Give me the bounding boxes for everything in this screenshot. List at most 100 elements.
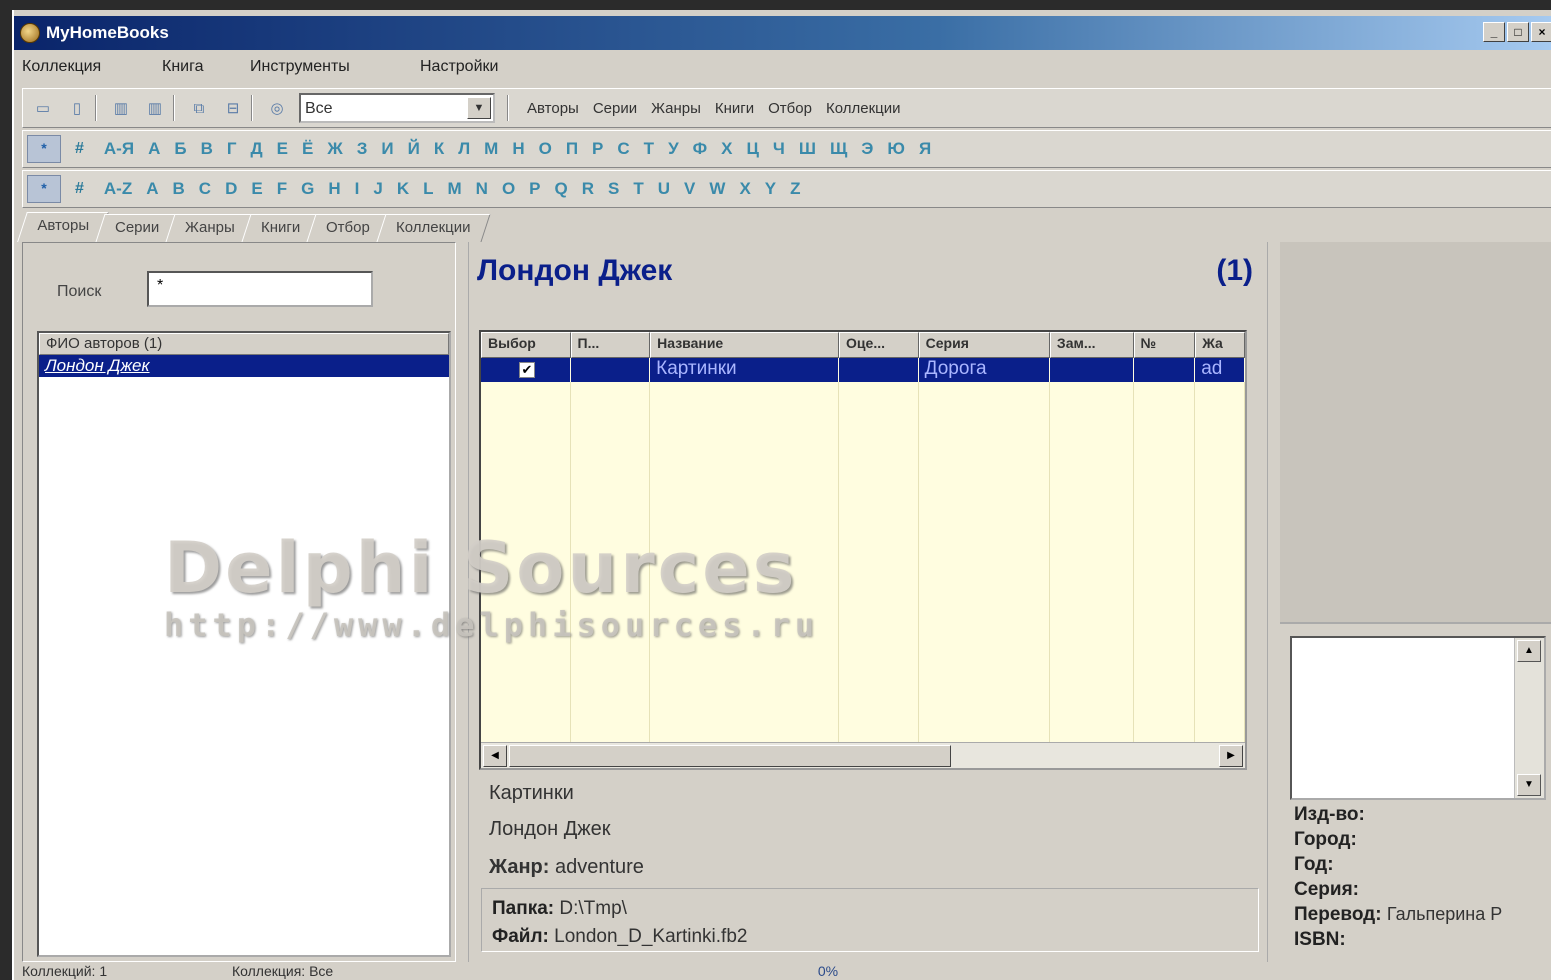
chevron-down-icon[interactable]: ▼ [467,97,491,119]
column-header-genre[interactable]: Жа [1195,332,1245,358]
alpha_ru-letter-4[interactable]: Г [227,139,237,159]
alpha_ru-letter-20[interactable]: Т [644,139,654,159]
vertical-scrollbar[interactable]: ▲ ▼ [1514,638,1544,798]
alpha_en-letter-24[interactable]: X [739,179,750,199]
close-button[interactable]: × [1531,22,1551,42]
alpha_en-letter-13[interactable]: M [447,179,461,199]
alpha_en-letter-5[interactable]: E [251,179,262,199]
alpha_en-letter-16[interactable]: P [529,179,540,199]
alpha_en-letter-26[interactable]: Z [790,179,800,199]
export-icon[interactable]: ⧉ [185,95,213,121]
minimize-button[interactable]: _ [1483,22,1505,42]
alpha_ru-letter-13[interactable]: Л [458,139,470,159]
alpha_ru-letter-25[interactable]: Ч [773,139,785,159]
alpha_en-letter-14[interactable]: N [476,179,488,199]
alpha_ru-letter-19[interactable]: С [617,139,629,159]
alpha_ru-letter-12[interactable]: К [434,139,444,159]
alpha_en-letter-1[interactable]: A [146,179,158,199]
scroll-thumb[interactable] [509,745,951,767]
tab-genres[interactable]: Жанры [165,214,255,242]
scroll-right-icon[interactable]: ▶ [1219,745,1243,767]
scroll-down-icon[interactable]: ▼ [1517,774,1541,796]
column-header-rating[interactable]: Оце... [839,332,919,358]
alpha_en-letter-11[interactable]: K [397,179,409,199]
alpha_ru-letter-18[interactable]: Р [592,139,603,159]
annotation-box[interactable]: ▲ ▼ [1290,636,1546,800]
column-header-title[interactable]: Название [650,332,840,358]
alpha_en-letter-0[interactable]: A-Z [104,179,132,199]
scroll-left-icon[interactable]: ◀ [483,745,507,767]
column-header-notes[interactable]: Зам... [1049,332,1134,358]
alpha_en-letter-22[interactable]: V [684,179,695,199]
authors-list[interactable]: ФИО авторов (1) Лондон Джек [37,331,451,957]
alpha-ru-all-button[interactable]: * [27,135,61,163]
alpha_ru-letter-22[interactable]: Ф [693,139,708,159]
toolbar-link-books[interactable]: Книги [715,100,754,117]
title-bar[interactable]: MyHomeBooks _ □ × [14,16,1551,50]
menu-tools[interactable]: Инструменты [242,58,412,76]
alpha_en-letter-12[interactable]: L [423,179,433,199]
alpha_ru-letter-28[interactable]: Э [861,139,873,159]
alpha-en-hash-button[interactable]: # [75,180,84,198]
alpha_en-letter-17[interactable]: Q [555,179,568,199]
alpha_ru-letter-5[interactable]: Д [251,139,263,159]
alpha_ru-letter-30[interactable]: Я [919,139,931,159]
column-header-number[interactable]: № [1133,332,1196,358]
alpha_en-letter-7[interactable]: G [301,179,314,199]
alpha-en-all-button[interactable]: * [27,175,61,203]
alpha_ru-letter-15[interactable]: Н [512,139,524,159]
row-checkbox[interactable]: ✔ [519,362,535,378]
alpha_en-letter-15[interactable]: O [502,179,515,199]
toolbar-link-authors[interactable]: Авторы [527,100,579,117]
alpha_ru-letter-23[interactable]: Х [721,139,732,159]
alpha_ru-letter-2[interactable]: Б [174,139,186,159]
alpha_ru-letter-1[interactable]: А [148,139,160,159]
menu-settings[interactable]: Настройки [412,58,498,76]
table-row[interactable]: ✔ Картинки Дорога ad [481,358,1245,382]
alpha-ru-hash-button[interactable]: # [75,140,84,158]
tab-collections[interactable]: Коллекции [376,214,491,242]
alpha_ru-letter-9[interactable]: З [357,139,368,159]
alpha_en-letter-4[interactable]: D [225,179,237,199]
alpha_ru-letter-21[interactable]: У [668,139,679,159]
menu-collection[interactable]: Коллекция [14,58,154,76]
toolbar-link-genres[interactable]: Жанры [651,100,701,117]
alpha_ru-letter-27[interactable]: Щ [830,139,847,159]
alpha_en-letter-10[interactable]: J [373,179,382,199]
alpha_en-letter-23[interactable]: W [709,179,725,199]
alpha_en-letter-19[interactable]: S [608,179,619,199]
alpha_ru-letter-17[interactable]: П [566,139,578,159]
alpha_en-letter-18[interactable]: R [582,179,594,199]
device-icon[interactable]: ▯ [63,95,91,121]
tab-authors[interactable]: Авторы [17,212,109,242]
alpha_en-letter-9[interactable]: I [355,179,360,199]
alpha_en-letter-3[interactable]: C [199,179,211,199]
alpha_ru-letter-29[interactable]: Ю [887,139,905,159]
list-item-selected[interactable]: Лондон Джек [39,355,449,377]
toolbar-link-collections[interactable]: Коллекции [826,100,901,117]
alpha_ru-letter-7[interactable]: Ё [302,139,313,159]
alpha_en-letter-2[interactable]: B [173,179,185,199]
horizontal-scrollbar[interactable]: ◀ ▶ [481,742,1245,768]
toolbar-link-series[interactable]: Серии [593,100,637,117]
alpha_ru-letter-26[interactable]: Ш [799,139,816,159]
globe-icon[interactable]: ◎ [263,95,291,121]
alpha_ru-letter-3[interactable]: В [201,139,213,159]
alpha_ru-letter-8[interactable]: Ж [327,139,342,159]
alpha_ru-letter-10[interactable]: И [381,139,393,159]
import-icon[interactable]: ⊟ [219,95,247,121]
alpha_en-letter-21[interactable]: U [658,179,670,199]
menu-book[interactable]: Книга [154,58,242,76]
open-book-icon[interactable]: ▭ [29,95,57,121]
alpha_en-letter-20[interactable]: T [633,179,643,199]
books-alt-icon[interactable]: ▥ [141,95,169,121]
alpha_ru-letter-0[interactable]: А-Я [104,139,134,159]
alpha_ru-letter-11[interactable]: Й [408,139,420,159]
alpha_ru-letter-14[interactable]: М [484,139,498,159]
alpha_ru-letter-16[interactable]: О [539,139,552,159]
books-icon[interactable]: ▥ [107,95,135,121]
search-input[interactable]: * [147,271,373,307]
books-grid[interactable]: Выбор П... Название Оце... Серия Зам... … [479,330,1247,770]
column-header-series[interactable]: Серия [918,332,1050,358]
maximize-button[interactable]: □ [1507,22,1529,42]
